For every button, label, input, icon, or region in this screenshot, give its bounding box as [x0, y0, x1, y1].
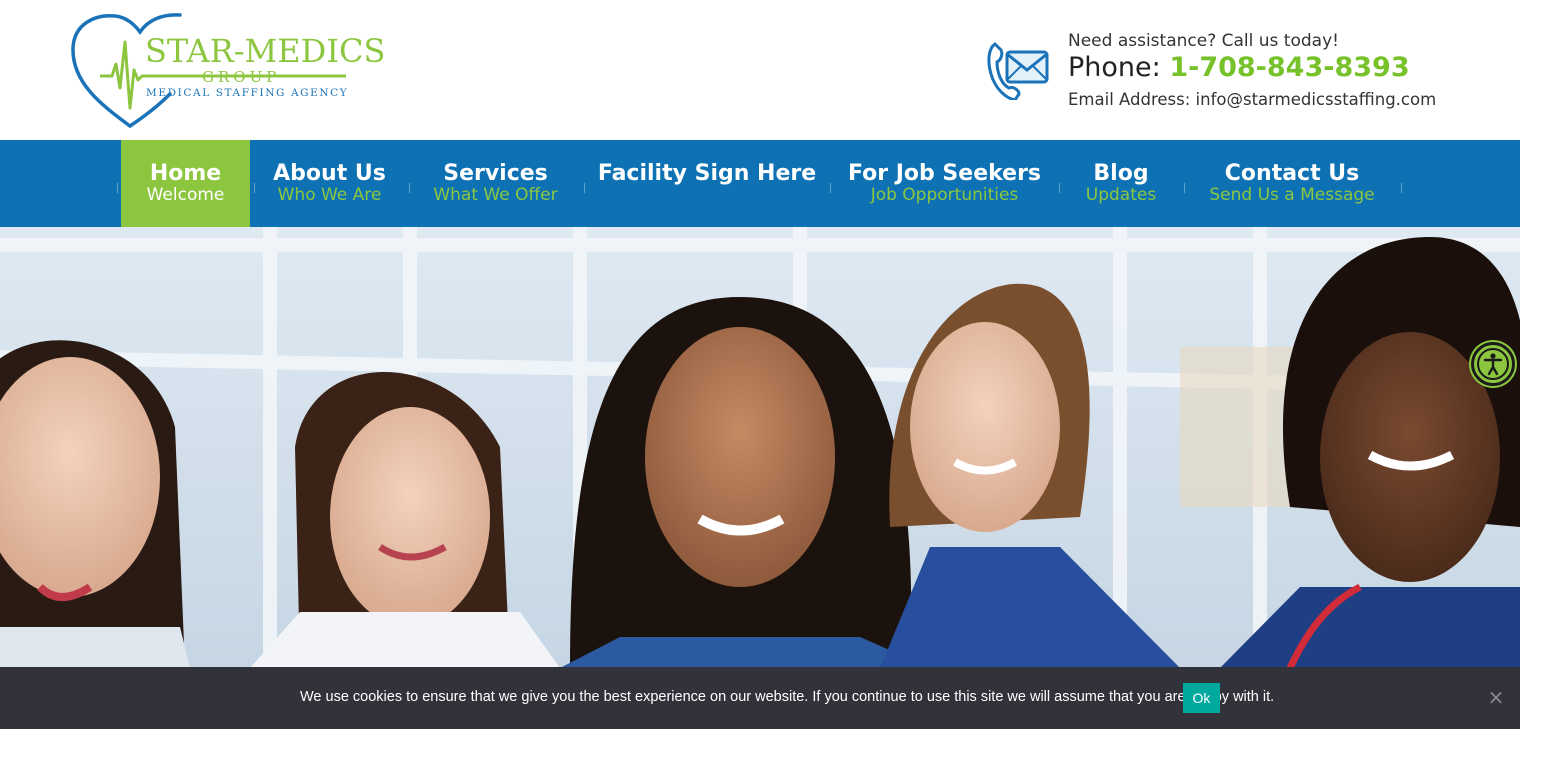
nav-item-about-us[interactable]: About Us Who We Are [258, 140, 401, 227]
nav-divider [830, 183, 831, 193]
nav-item-title: Blog [1093, 161, 1149, 186]
nav-divider [1059, 183, 1060, 193]
nav-item-title: Facility Sign Here [597, 161, 817, 186]
cookie-notice-text: We use cookies to ensure that we give yo… [300, 689, 1275, 705]
page: STAR-MEDICS GROUP MEDICAL STAFFING AGENC… [0, 0, 1549, 773]
nav-divider [254, 183, 255, 193]
nav-divider [409, 183, 410, 193]
nav-divider [117, 183, 118, 193]
nav-item-title: Contact Us [1224, 161, 1360, 186]
accessibility-button[interactable] [1471, 342, 1515, 386]
site-logo[interactable]: STAR-MEDICS GROUP MEDICAL STAFFING AGENC… [70, 12, 385, 130]
accessibility-icon [1477, 348, 1509, 380]
nav-item-services[interactable]: Services What We Offer [418, 140, 573, 227]
nav-item-facility-sign-here[interactable]: Facility Sign Here [596, 140, 818, 227]
cookie-banner: We use cookies to ensure that we give yo… [0, 667, 1520, 729]
nav-item-title: Services [443, 161, 548, 186]
contact-assist-text: Need assistance? Call us today! [1068, 31, 1339, 51]
nav-item-subtitle: Welcome [146, 185, 225, 205]
nav-item-subtitle: Send Us a Message [1209, 185, 1375, 205]
nav-item-title: About Us [273, 161, 386, 186]
nav-item-title: For Job Seekers [847, 161, 1042, 186]
nav-item-subtitle: Updates [1085, 185, 1157, 205]
nav-item-home[interactable]: Home Welcome [121, 140, 250, 227]
close-icon[interactable]: × [1486, 687, 1506, 707]
logo-group: GROUP [202, 68, 281, 86]
nav-item-subtitle: What We Offer [433, 185, 558, 205]
contact-block: Need assistance? Call us today! Phone: 1… [985, 30, 1485, 120]
nav-divider [1184, 183, 1185, 193]
phone-number-link[interactable]: 1-708-843-8393 [1169, 52, 1409, 83]
hero-photo [0, 227, 1520, 668]
site-header: STAR-MEDICS GROUP MEDICAL STAFFING AGENC… [0, 0, 1520, 140]
main-nav: Home Welcome About Us Who We Are Service… [0, 140, 1520, 227]
nav-divider [1401, 183, 1402, 193]
cookie-ok-button[interactable]: Ok [1183, 683, 1220, 713]
nav-divider [584, 183, 585, 193]
logo-tagline: MEDICAL STAFFING AGENCY [146, 87, 349, 99]
contact-phone[interactable]: Phone: 1-708-843-8393 [1068, 52, 1410, 83]
nav-item-contact-us[interactable]: Contact Us Send Us a Message [1198, 140, 1386, 227]
nav-item-for-job-seekers[interactable]: For Job Seekers Job Opportunities [842, 140, 1047, 227]
phone-mail-icon [987, 42, 1049, 100]
nav-item-subtitle: Job Opportunities [870, 185, 1019, 205]
hero-banner [0, 227, 1520, 668]
nav-item-subtitle: Who We Are [277, 185, 382, 205]
logo-name: STAR-MEDICS [145, 32, 386, 70]
phone-label: Phone: [1068, 52, 1170, 83]
contact-email-link[interactable]: Email Address: info@starmedicsstaffing.c… [1068, 90, 1436, 109]
nav-item-title: Home [149, 161, 222, 186]
nav-item-blog[interactable]: Blog Updates [1070, 140, 1172, 227]
